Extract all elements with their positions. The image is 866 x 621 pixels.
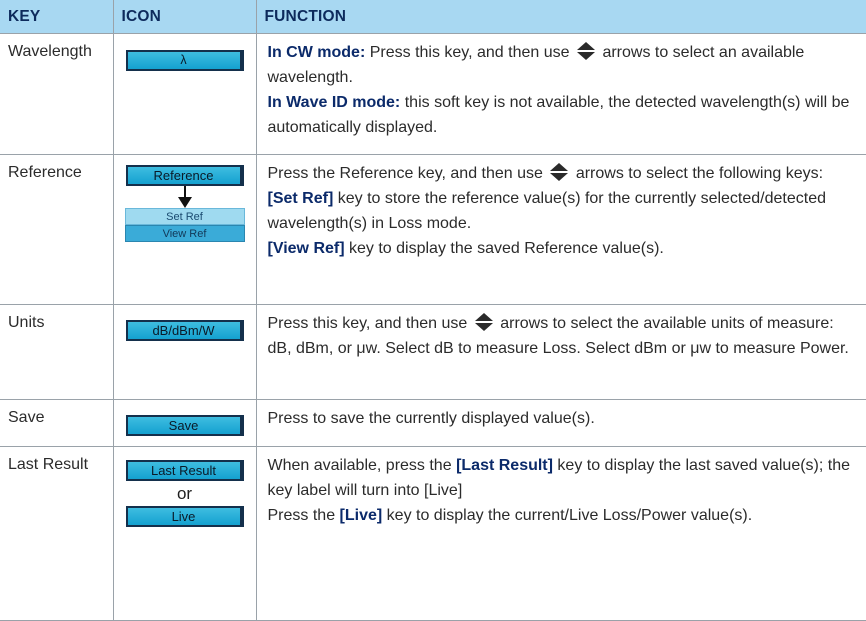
key-name: Save	[0, 399, 114, 447]
function-cell: Press the Reference key, and then use ar…	[255, 154, 866, 305]
save-softkey[interactable]: Save	[125, 415, 244, 436]
icon-cell: Last Result or Live	[112, 446, 257, 621]
function-text: Press this key, and then use	[369, 44, 570, 61]
set-ref-key[interactable]: Set Ref	[124, 208, 245, 225]
function-label: [Last Result]	[456, 457, 553, 474]
icon-cell: Save	[112, 399, 257, 447]
last-result-softkey[interactable]: Last Result	[125, 460, 244, 481]
units-softkey[interactable]: dB/dBm/W	[125, 320, 244, 341]
live-softkey[interactable]: Live	[125, 506, 244, 527]
function-cell: Press to save the currently displayed va…	[255, 399, 866, 447]
function-label: In Wave ID mode:	[267, 94, 401, 111]
function-text: key to display the saved Reference value…	[349, 240, 664, 257]
icon-cell: λ	[112, 33, 257, 155]
arrow-down-icon	[177, 186, 192, 208]
key-name: Reference	[0, 154, 114, 305]
icon-cell: dB/dBm/W	[112, 304, 257, 400]
reference-softkey[interactable]: Reference	[125, 165, 244, 186]
table-row: Last Result Last Result or Live When ava…	[0, 446, 866, 621]
function-text: key to display the current/Live Loss/Pow…	[386, 507, 753, 524]
header-icon: ICON	[112, 0, 257, 34]
wavelength-softkey[interactable]: λ	[125, 50, 244, 71]
header-function: FUNCTION	[255, 0, 866, 34]
or-label: or	[176, 484, 193, 503]
header-key: KEY	[0, 0, 114, 34]
function-text: When available, press the	[267, 457, 452, 474]
table-row: Reference Reference Set Ref View Ref Pre…	[0, 154, 866, 305]
function-cell: When available, press the [Last Result] …	[255, 446, 866, 621]
function-cell: In CW mode: Press this key, and then use…	[255, 33, 866, 155]
function-label: In CW mode:	[267, 44, 366, 61]
function-text: Press the	[267, 507, 336, 524]
view-ref-key[interactable]: View Ref	[124, 225, 245, 242]
icon-cell: Reference Set Ref View Ref	[112, 154, 257, 305]
table-row: Wavelength λ In CW mode: Press this key,…	[0, 33, 866, 155]
up-down-arrows-icon	[474, 313, 493, 331]
function-text: Press to save the currently displayed va…	[267, 410, 595, 427]
function-label: [View Ref]	[267, 240, 345, 257]
up-down-arrows-icon	[550, 163, 569, 181]
function-text: Press the Reference key, and then use	[267, 165, 543, 182]
up-down-arrows-icon	[576, 42, 595, 60]
function-text: arrows to select the following keys:	[575, 165, 824, 182]
table-row: Units dB/dBm/W Press this key, and then …	[0, 304, 866, 400]
function-text: Press this key, and then use	[267, 315, 468, 332]
function-label: [Set Ref]	[267, 190, 334, 207]
function-cell: Press this key, and then use arrows to s…	[255, 304, 866, 400]
soft-key-table: KEY ICON FUNCTION Wavelength λ In CW mod…	[0, 0, 866, 621]
key-name: Wavelength	[0, 33, 114, 155]
table-row: Save Save Press to save the currently di…	[0, 399, 866, 447]
key-name: Last Result	[0, 446, 114, 621]
table-header-row: KEY ICON FUNCTION	[0, 0, 866, 34]
function-label: [Live]	[339, 507, 383, 524]
key-name: Units	[0, 304, 114, 400]
function-text: key to store the reference value(s) for …	[267, 190, 826, 232]
